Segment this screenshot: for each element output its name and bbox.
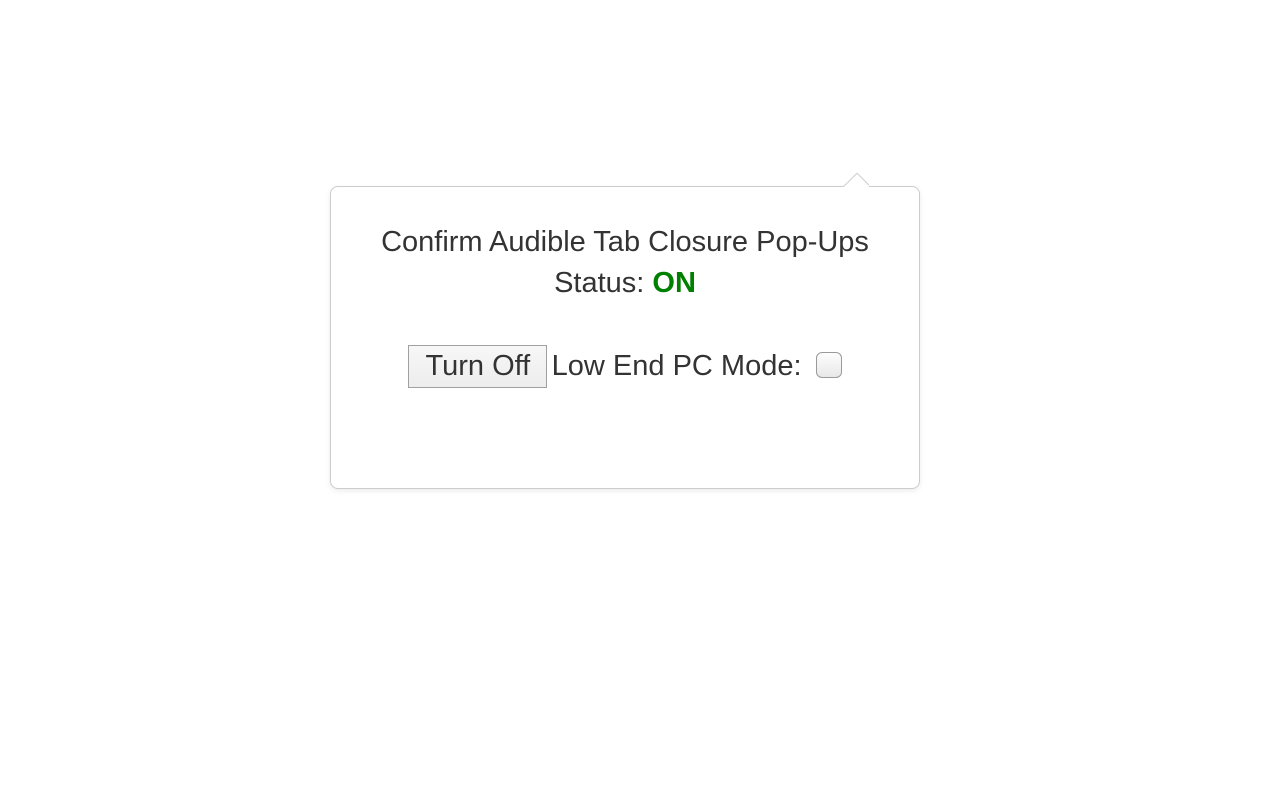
low-end-label: Low End PC Mode:: [552, 350, 802, 383]
low-end-checkbox[interactable]: [816, 352, 842, 378]
status-label: Confirm Audible Tab Closure Pop-Ups Stat…: [381, 226, 869, 299]
extension-popup: Confirm Audible Tab Closure Pop-Ups Stat…: [330, 186, 920, 489]
toggle-button[interactable]: Turn Off: [408, 345, 547, 388]
low-end-row: Low End PC Mode:: [552, 350, 842, 383]
status-value: ON: [652, 267, 696, 299]
popup-arrow: [843, 173, 869, 187]
status-line: Confirm Audible Tab Closure Pop-Ups Stat…: [371, 222, 879, 303]
